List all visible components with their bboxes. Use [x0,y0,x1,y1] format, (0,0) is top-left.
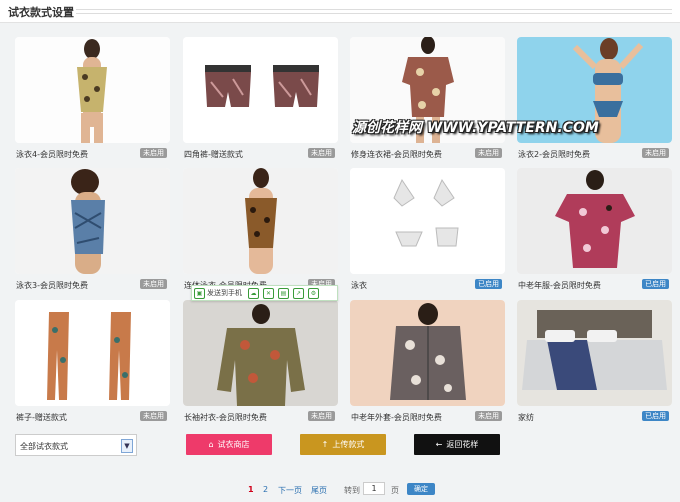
style-name: 泳衣4-会员限时免费 [16,150,88,159]
back-to-patterns-label: 返回花样 [446,440,479,449]
style-card[interactable]: 中老年服-会员限时免费 已启用 [517,168,672,293]
style-card[interactable]: 连体泳衣-会员限时免费 未启用 [183,168,338,293]
status-badge[interactable]: 未启用 [140,279,167,289]
style-name: 中老年外套-会员限时免费 [351,413,442,422]
style-thumbnail[interactable] [350,300,505,406]
style-name: 中老年服-会员限时免费 [518,281,601,290]
style-name: 四角裤-赠送款式 [184,150,243,159]
header-divider [76,9,672,14]
status-badge[interactable]: 已启用 [642,279,669,289]
status-badge[interactable]: 未启用 [642,148,669,158]
cloud-icon[interactable]: ☁ [248,287,259,299]
style-card[interactable]: 泳衣4-会员限时免费 未启用 [15,37,170,162]
arrow-up-icon: ↑ [321,440,329,449]
style-card[interactable]: 泳衣3-会员限时免费 未启用 [15,168,170,293]
gear-icon[interactable]: ⚙ [308,287,319,299]
style-name: 长袖衬衣-会员限时免费 [184,413,267,422]
style-name: 裤子-赠送款式 [16,413,67,422]
fitting-shop-label: 试衣商店 [217,440,250,449]
status-badge[interactable]: 已启用 [642,411,669,421]
page-title: 试衣款式设置 [8,6,74,19]
style-filter-value: 全部试衣款式 [20,442,68,451]
style-card[interactable]: 长袖衬衣-会员限时免费 未启用 [183,300,338,425]
style-name: 泳衣2-会员限时免费 [518,150,590,159]
status-badge[interactable]: 未启用 [140,411,167,421]
page-unit-label: 页 [391,486,399,495]
page-number-input[interactable]: 1 [363,482,385,495]
goto-label: 转到 [344,486,360,495]
page-header: 试衣款式设置 [0,0,680,23]
style-name: 泳衣3-会员限时免费 [16,281,88,290]
arrow-left-icon: ← [435,440,443,449]
style-thumbnail[interactable] [183,300,338,406]
watermark: 源创花样网 WWW.YPATTERN.COM [352,120,599,136]
phone-icon[interactable]: ▣ [194,287,205,299]
home-icon: ⌂ [208,440,214,449]
style-name: 家纺 [518,413,534,422]
status-badge[interactable]: 未启用 [308,148,335,158]
style-thumbnail[interactable] [15,37,170,143]
style-thumbnail[interactable] [15,300,170,406]
status-badge[interactable]: 未启用 [475,411,502,421]
style-card[interactable]: 家纺 已启用 [517,300,672,425]
upload-style-label: 上传款式 [332,440,365,449]
fitting-shop-button[interactable]: ⌂ 试衣商店 [186,434,272,455]
phone-toolbar: ▣ 发送到手机 ☁ ✕ ▤ ↗ ⚙ [191,285,338,301]
style-thumbnail[interactable] [183,37,338,143]
last-page-link[interactable]: 尾页 [311,485,327,496]
style-thumbnail[interactable] [350,168,505,274]
page-current: 1 [248,485,254,494]
style-card[interactable]: 裤子-赠送款式 未启用 [15,300,170,425]
style-name: 修身连衣裙-会员限时免费 [351,150,442,159]
page-link-2[interactable]: 2 [263,485,268,494]
style-card[interactable]: 泳衣2-会员限时免费 未启用 [517,37,672,162]
share-icon[interactable]: ↗ [293,287,304,299]
pagination: 1 2 下一页 尾页 转到 页 [0,485,680,497]
next-page-link[interactable]: 下一页 [278,485,302,496]
style-thumbnail[interactable] [15,168,170,274]
back-to-patterns-button[interactable]: ← 返回花样 [414,434,500,455]
expand-icon[interactable]: ✕ [263,287,274,299]
style-card[interactable]: 修身连衣裙-会员限时免费 未启用 [350,37,505,162]
status-badge[interactable]: 未启用 [140,148,167,158]
style-thumbnail[interactable] [517,300,672,406]
style-thumbnail[interactable] [183,168,338,274]
status-badge[interactable]: 已启用 [475,279,502,289]
status-badge[interactable]: 未启用 [308,411,335,421]
style-name: 泳衣 [351,281,367,290]
style-card[interactable]: 中老年外套-会员限时免费 未启用 [350,300,505,425]
style-card[interactable]: 四角裤-赠送款式 未启用 [183,37,338,162]
upload-style-button[interactable]: ↑ 上传款式 [300,434,386,455]
send-to-phone-label[interactable]: 发送到手机 [207,288,242,298]
style-thumbnail[interactable] [517,168,672,274]
chevron-down-icon[interactable]: ▼ [121,439,133,453]
status-badge[interactable]: 未启用 [475,148,502,158]
style-card[interactable]: 泳衣 已启用 [350,168,505,293]
style-filter-select[interactable]: 全部试衣款式 ▼ [15,434,137,456]
save-icon[interactable]: ▤ [278,287,289,299]
confirm-page-button[interactable]: 确定 [407,483,435,495]
